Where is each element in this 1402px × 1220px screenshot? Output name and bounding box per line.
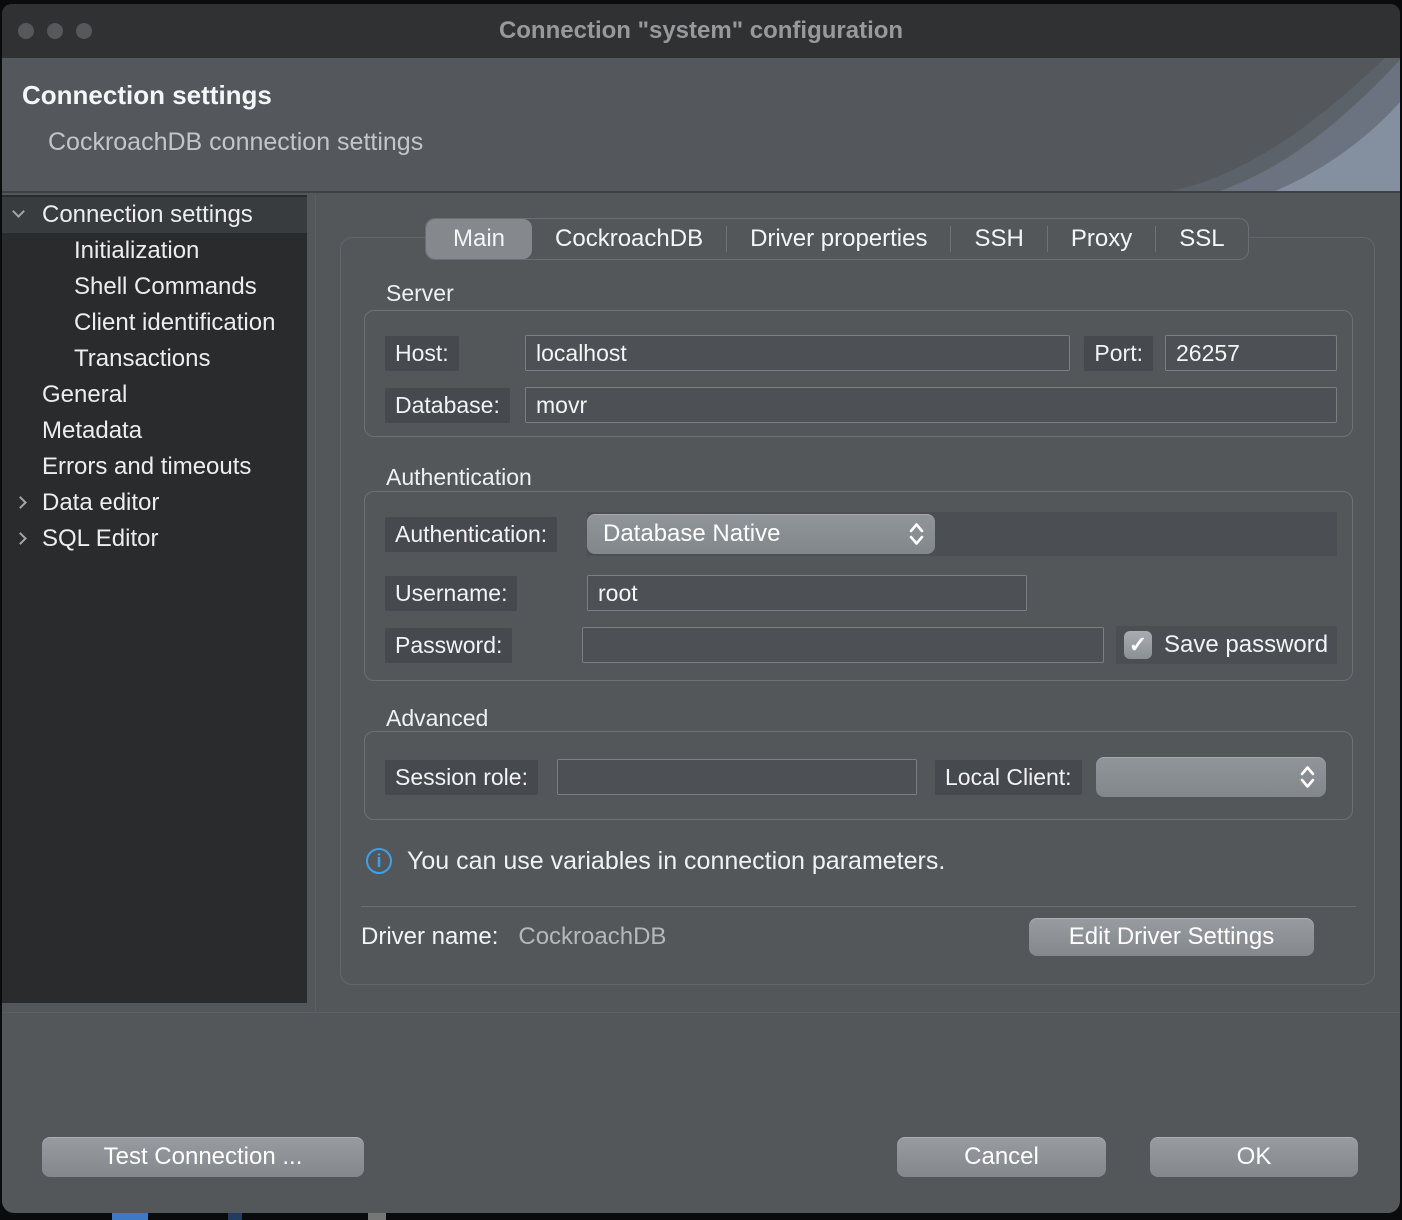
updown-chevron-icon [908,521,925,547]
authentication-section-title: Authentication [386,464,532,491]
cancel-button[interactable]: Cancel [897,1137,1106,1177]
sidebar-item-label: Metadata [42,417,142,445]
sidebar-item-initialization[interactable]: Initialization [2,233,307,269]
password-input[interactable] [582,627,1104,663]
username-label: Username: [385,576,517,611]
advanced-group: Session role: Local Client: [364,731,1353,820]
sidebar-item-label: Shell Commands [74,273,257,301]
sidebar-item-errors-and-timeouts[interactable]: Errors and timeouts [2,449,307,485]
tab-content-frame: Server Host: Port: Database: Authenticat… [340,237,1375,985]
variables-hint: i You can use variables in connection pa… [366,845,945,877]
password-label: Password: [385,628,512,663]
chevron-down-icon[interactable] [12,205,25,218]
authentication-select-value: Database Native [603,520,780,548]
database-row: Database: [385,386,1337,424]
settings-tree: Connection settings Initialization Shell… [2,195,307,1003]
chevron-right-icon[interactable] [14,532,27,545]
tab-cockroachdb[interactable]: CockroachDB [532,219,726,259]
local-client-select[interactable] [1096,757,1326,797]
page-subtitle: CockroachDB connection settings [48,128,423,157]
driver-row: Driver name: CockroachDB Edit Driver Set… [361,916,1344,958]
save-password-label: Save password [1164,631,1328,659]
sidebar-item-connection-settings[interactable]: Connection settings [2,197,307,233]
driver-name-label: Driver name: [361,923,498,951]
tab-driver-properties[interactable]: Driver properties [727,219,950,259]
edit-driver-settings-button[interactable]: Edit Driver Settings [1029,918,1314,956]
authentication-group: Authentication: Database Native Username… [364,491,1353,681]
password-row: Password: ✓ Save password [385,626,1337,664]
ok-button[interactable]: OK [1150,1137,1358,1177]
host-row: Host: Port: [385,334,1337,372]
username-row: Username: [385,574,1337,612]
advanced-section-title: Advanced [386,705,488,732]
updown-chevron-icon [1299,764,1316,790]
footer-divider [2,1012,1400,1013]
sidebar-item-data-editor[interactable]: Data editor [2,485,307,521]
titlebar[interactable]: Connection "system" configuration [2,4,1400,58]
driver-divider [361,906,1356,907]
connection-config-dialog: Connection "system" configuration Connec… [2,4,1400,1213]
tab-ssl[interactable]: SSL [1156,219,1247,259]
server-group: Host: Port: Database: [364,310,1353,437]
auth-type-row: Authentication: Database Native [385,512,1337,556]
authentication-select[interactable]: Database Native [587,514,935,554]
sidebar-item-general[interactable]: General [2,377,307,413]
database-label: Database: [385,388,510,423]
desktop-edge-sliver [0,1213,1402,1220]
sidebar-item-label: Data editor [42,489,159,517]
local-client-label: Local Client: [935,760,1082,795]
sidebar-splitter[interactable] [315,195,316,1012]
test-connection-button[interactable]: Test Connection ... [42,1137,364,1177]
tab-main[interactable]: Main [426,219,532,259]
sidebar-item-label: Initialization [74,237,199,265]
session-role-input[interactable] [557,759,917,795]
advanced-row: Session role: Local Client: [385,757,1337,797]
banner-swirl-decoration [1150,58,1400,191]
sidebar-item-shell-commands[interactable]: Shell Commands [2,269,307,305]
sidebar-item-transactions[interactable]: Transactions [2,341,307,377]
sidebar-item-sql-editor[interactable]: SQL Editor [2,521,307,557]
chevron-right-icon[interactable] [14,496,27,509]
sidebar-item-label: Client identification [74,309,275,337]
checkmark-icon: ✓ [1129,632,1147,658]
username-input[interactable] [587,575,1027,611]
port-label: Port: [1084,336,1153,371]
sidebar-item-metadata[interactable]: Metadata [2,413,307,449]
tab-bar: Main CockroachDB Driver properties SSH P… [425,218,1249,260]
host-label: Host: [385,336,459,371]
sidebar-item-label: Errors and timeouts [42,453,251,481]
info-icon: i [366,848,392,874]
save-password-checkbox[interactable]: ✓ [1124,631,1152,659]
sidebar-item-label: Connection settings [42,201,253,229]
page-title: Connection settings [22,80,272,111]
session-role-label: Session role: [385,760,538,795]
sidebar-item-client-identification[interactable]: Client identification [2,305,307,341]
window-title: Connection "system" configuration [2,4,1400,58]
tab-ssh[interactable]: SSH [951,219,1046,259]
database-input[interactable] [525,387,1337,423]
authentication-label: Authentication: [385,517,557,552]
sidebar-item-label: Transactions [74,345,211,373]
header-banner: Connection settings CockroachDB connecti… [2,58,1400,193]
driver-name-value: CockroachDB [518,923,666,951]
port-input[interactable] [1165,335,1337,371]
sidebar-item-label: General [42,381,127,409]
sidebar-item-label: SQL Editor [42,525,159,553]
variables-hint-text: You can use variables in connection para… [407,847,945,876]
host-input[interactable] [525,335,1070,371]
tab-proxy[interactable]: Proxy [1048,219,1155,259]
server-section-title: Server [386,280,454,307]
